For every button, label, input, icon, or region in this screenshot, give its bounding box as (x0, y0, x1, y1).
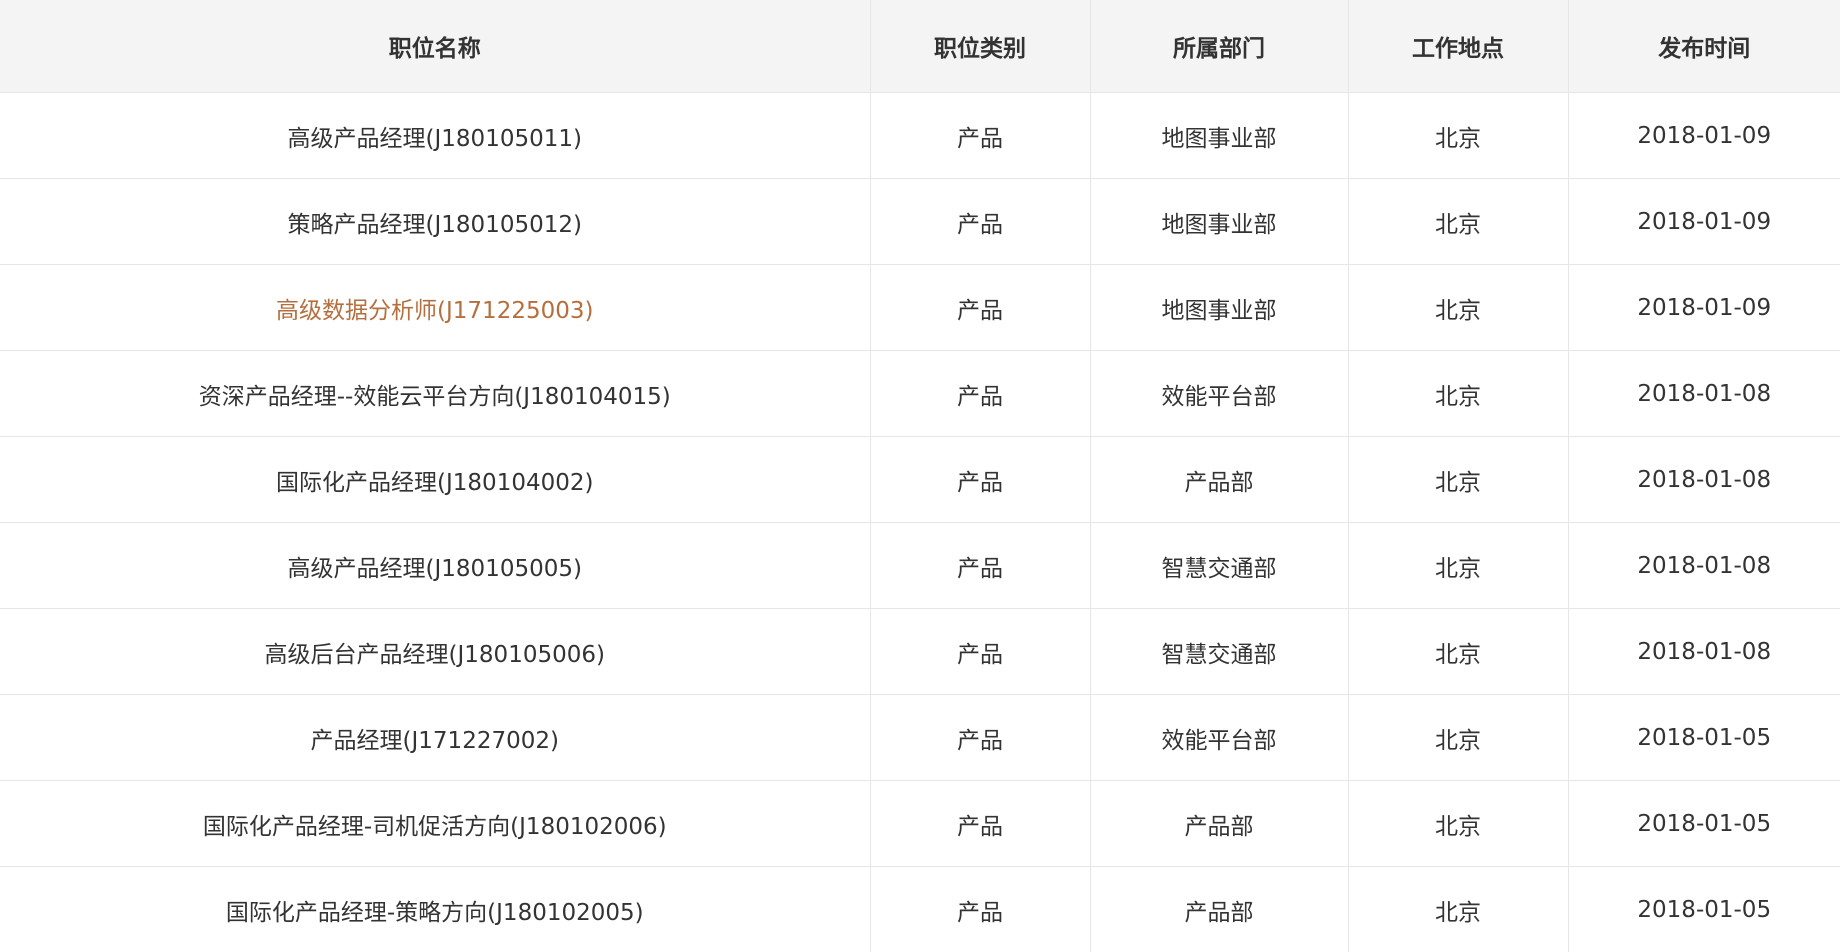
publish-date-cell: 2018-01-05 (1568, 694, 1840, 781)
job-category-cell: 产品 (870, 264, 1091, 351)
location-cell: 北京 (1348, 522, 1569, 609)
location-cell: 北京 (1348, 436, 1569, 523)
job-title-cell: 国际化产品经理-司机促活方向(J180102006) (0, 780, 871, 867)
department-cell: 产品部 (1090, 866, 1349, 952)
table-row[interactable]: 产品经理(J171227002) 产品 效能平台部 北京 2018-01-05 (0, 694, 1840, 781)
publish-date-cell: 2018-01-08 (1568, 522, 1840, 609)
location-cell: 北京 (1348, 350, 1569, 437)
job-title-link[interactable]: 策略产品经理(J180105012) (288, 212, 582, 238)
job-title-cell: 国际化产品经理-策略方向(J180102005) (0, 866, 871, 952)
department-cell: 效能平台部 (1090, 694, 1349, 781)
table-row[interactable]: 策略产品经理(J180105012) 产品 地图事业部 北京 2018-01-0… (0, 178, 1840, 265)
table-row[interactable]: 国际化产品经理-策略方向(J180102005) 产品 产品部 北京 2018-… (0, 866, 1840, 952)
location-cell: 北京 (1348, 608, 1569, 695)
job-category-cell: 产品 (870, 350, 1091, 437)
department-cell: 智慧交通部 (1090, 608, 1349, 695)
job-title-cell: 高级产品经理(J180105011) (0, 92, 871, 179)
location-cell: 北京 (1348, 866, 1569, 952)
job-category-cell: 产品 (870, 780, 1091, 867)
header-job-title: 职位名称 (0, 0, 871, 93)
department-cell: 地图事业部 (1090, 178, 1349, 265)
location-cell: 北京 (1348, 694, 1569, 781)
job-title-cell: 产品经理(J171227002) (0, 694, 871, 781)
job-category-cell: 产品 (870, 178, 1091, 265)
publish-date-cell: 2018-01-05 (1568, 780, 1840, 867)
publish-date-cell: 2018-01-09 (1568, 264, 1840, 351)
publish-date-cell: 2018-01-09 (1568, 178, 1840, 265)
publish-date-cell: 2018-01-09 (1568, 92, 1840, 179)
department-cell: 产品部 (1090, 436, 1349, 523)
job-title-cell: 高级数据分析师(J171225003) (0, 264, 871, 351)
job-category-cell: 产品 (870, 608, 1091, 695)
header-department: 所属部门 (1090, 0, 1349, 93)
job-title-cell: 资深产品经理--效能云平台方向(J180104015) (0, 350, 871, 437)
job-title-link[interactable]: 高级产品经理(J180105011) (288, 126, 582, 152)
job-title-cell: 国际化产品经理(J180104002) (0, 436, 871, 523)
header-location: 工作地点 (1348, 0, 1569, 93)
location-cell: 北京 (1348, 92, 1569, 179)
job-title-link[interactable]: 高级产品经理(J180105005) (288, 556, 582, 582)
table-row[interactable]: 资深产品经理--效能云平台方向(J180104015) 产品 效能平台部 北京 … (0, 350, 1840, 437)
publish-date-cell: 2018-01-08 (1568, 350, 1840, 437)
location-cell: 北京 (1348, 178, 1569, 265)
job-category-cell: 产品 (870, 522, 1091, 609)
job-category-cell: 产品 (870, 694, 1091, 781)
department-cell: 智慧交通部 (1090, 522, 1349, 609)
header-publish-date: 发布时间 (1568, 0, 1840, 93)
department-cell: 地图事业部 (1090, 264, 1349, 351)
job-title-link[interactable]: 高级后台产品经理(J180105006) (265, 642, 605, 668)
publish-date-cell: 2018-01-05 (1568, 866, 1840, 952)
job-title-cell: 策略产品经理(J180105012) (0, 178, 871, 265)
job-category-cell: 产品 (870, 866, 1091, 952)
job-title-link[interactable]: 产品经理(J171227002) (311, 728, 559, 754)
department-cell: 产品部 (1090, 780, 1349, 867)
job-title-link[interactable]: 国际化产品经理-司机促活方向(J180102006) (203, 814, 667, 840)
table-row[interactable]: 高级数据分析师(J171225003) 产品 地图事业部 北京 2018-01-… (0, 264, 1840, 351)
job-title-link[interactable]: 国际化产品经理(J180104002) (276, 470, 593, 496)
job-title-link-hovered[interactable]: 高级数据分析师(J171225003) (276, 298, 593, 324)
publish-date-cell: 2018-01-08 (1568, 436, 1840, 523)
table-row[interactable]: 高级后台产品经理(J180105006) 产品 智慧交通部 北京 2018-01… (0, 608, 1840, 695)
job-title-cell: 高级产品经理(J180105005) (0, 522, 871, 609)
table-row[interactable]: 高级产品经理(J180105011) 产品 地图事业部 北京 2018-01-0… (0, 92, 1840, 179)
job-title-link[interactable]: 国际化产品经理-策略方向(J180102005) (226, 900, 644, 926)
job-title-link[interactable]: 资深产品经理--效能云平台方向(J180104015) (199, 384, 671, 410)
job-category-cell: 产品 (870, 92, 1091, 179)
header-job-category: 职位类别 (870, 0, 1091, 93)
job-listing-table: 职位名称 职位类别 所属部门 工作地点 发布时间 高级产品经理(J1801050… (0, 0, 1840, 952)
job-category-cell: 产品 (870, 436, 1091, 523)
department-cell: 地图事业部 (1090, 92, 1349, 179)
table-row[interactable]: 国际化产品经理(J180104002) 产品 产品部 北京 2018-01-08 (0, 436, 1840, 523)
department-cell: 效能平台部 (1090, 350, 1349, 437)
table-header-row: 职位名称 职位类别 所属部门 工作地点 发布时间 (0, 0, 1840, 93)
location-cell: 北京 (1348, 264, 1569, 351)
publish-date-cell: 2018-01-08 (1568, 608, 1840, 695)
table-row[interactable]: 高级产品经理(J180105005) 产品 智慧交通部 北京 2018-01-0… (0, 522, 1840, 609)
job-title-cell: 高级后台产品经理(J180105006) (0, 608, 871, 695)
table-row[interactable]: 国际化产品经理-司机促活方向(J180102006) 产品 产品部 北京 201… (0, 780, 1840, 867)
location-cell: 北京 (1348, 780, 1569, 867)
